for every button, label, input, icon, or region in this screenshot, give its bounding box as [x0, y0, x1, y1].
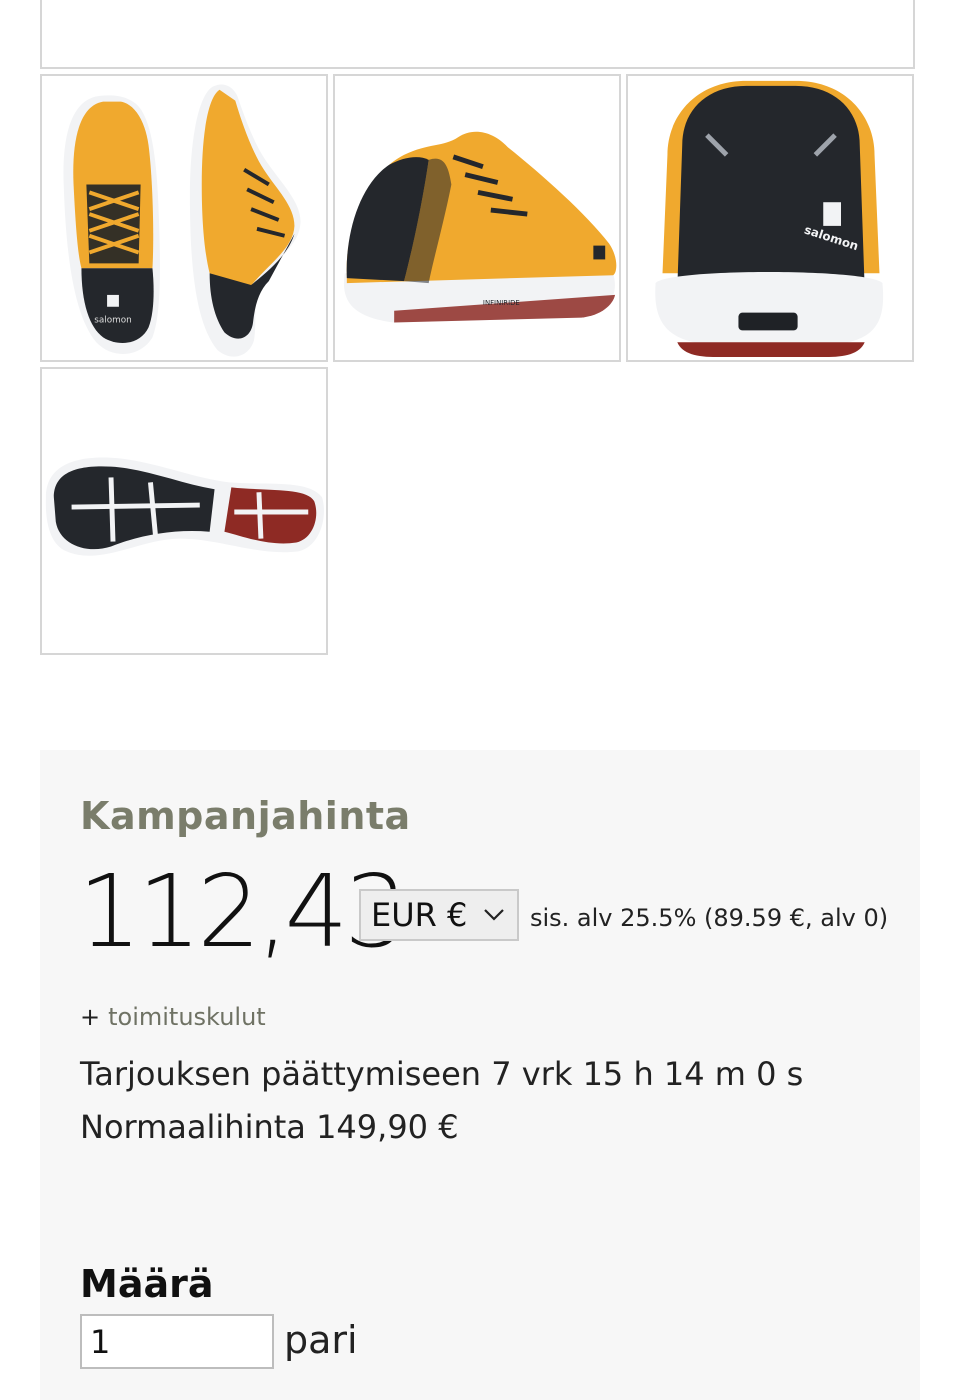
campaign-price-label: Kampanjahinta	[80, 794, 411, 838]
shoe-side-image: INFINIRIDE	[343, 131, 617, 323]
shipping-costs-label: toimituskulut	[108, 1003, 266, 1031]
gallery-thumbnail-3[interactable]: salomon	[626, 74, 914, 362]
shoe-top-side-image: salomon	[63, 84, 301, 357]
shipping-costs-link[interactable]: + toimituskulut	[80, 1003, 266, 1031]
gallery-main-image[interactable]	[40, 0, 915, 69]
gallery-thumbnail-1[interactable]: salomon	[40, 74, 328, 362]
chevron-down-icon	[484, 909, 504, 921]
shoe-outsole-image	[45, 457, 324, 556]
price-panel: Kampanjahinta 112,43 EUR € sis. alv 25.5…	[40, 750, 920, 1400]
gallery-thumbnail-4[interactable]	[40, 367, 328, 655]
shoe-rear-image: salomon	[655, 80, 884, 358]
gallery-thumbnail-2[interactable]: INFINIRIDE	[333, 74, 621, 362]
plus-sign: +	[80, 1003, 101, 1031]
offer-countdown: Tarjouksen päättymiseen 7 vrk 15 h 14 m …	[80, 1055, 804, 1093]
price-value: 112,43	[78, 853, 408, 970]
quantity-input[interactable]	[80, 1314, 274, 1369]
quantity-label: Määrä	[80, 1262, 214, 1306]
svg-text:INFINIRIDE: INFINIRIDE	[483, 299, 520, 307]
quantity-unit: pari	[284, 1318, 358, 1362]
normal-price: Normaalihinta 149,90 €	[80, 1108, 459, 1146]
svg-text:salomon: salomon	[94, 316, 132, 326]
vat-info: sis. alv 25.5% (89.59 €, alv 0)	[530, 904, 889, 932]
currency-selected-value: EUR €	[371, 896, 468, 934]
currency-select[interactable]: EUR €	[359, 889, 519, 941]
